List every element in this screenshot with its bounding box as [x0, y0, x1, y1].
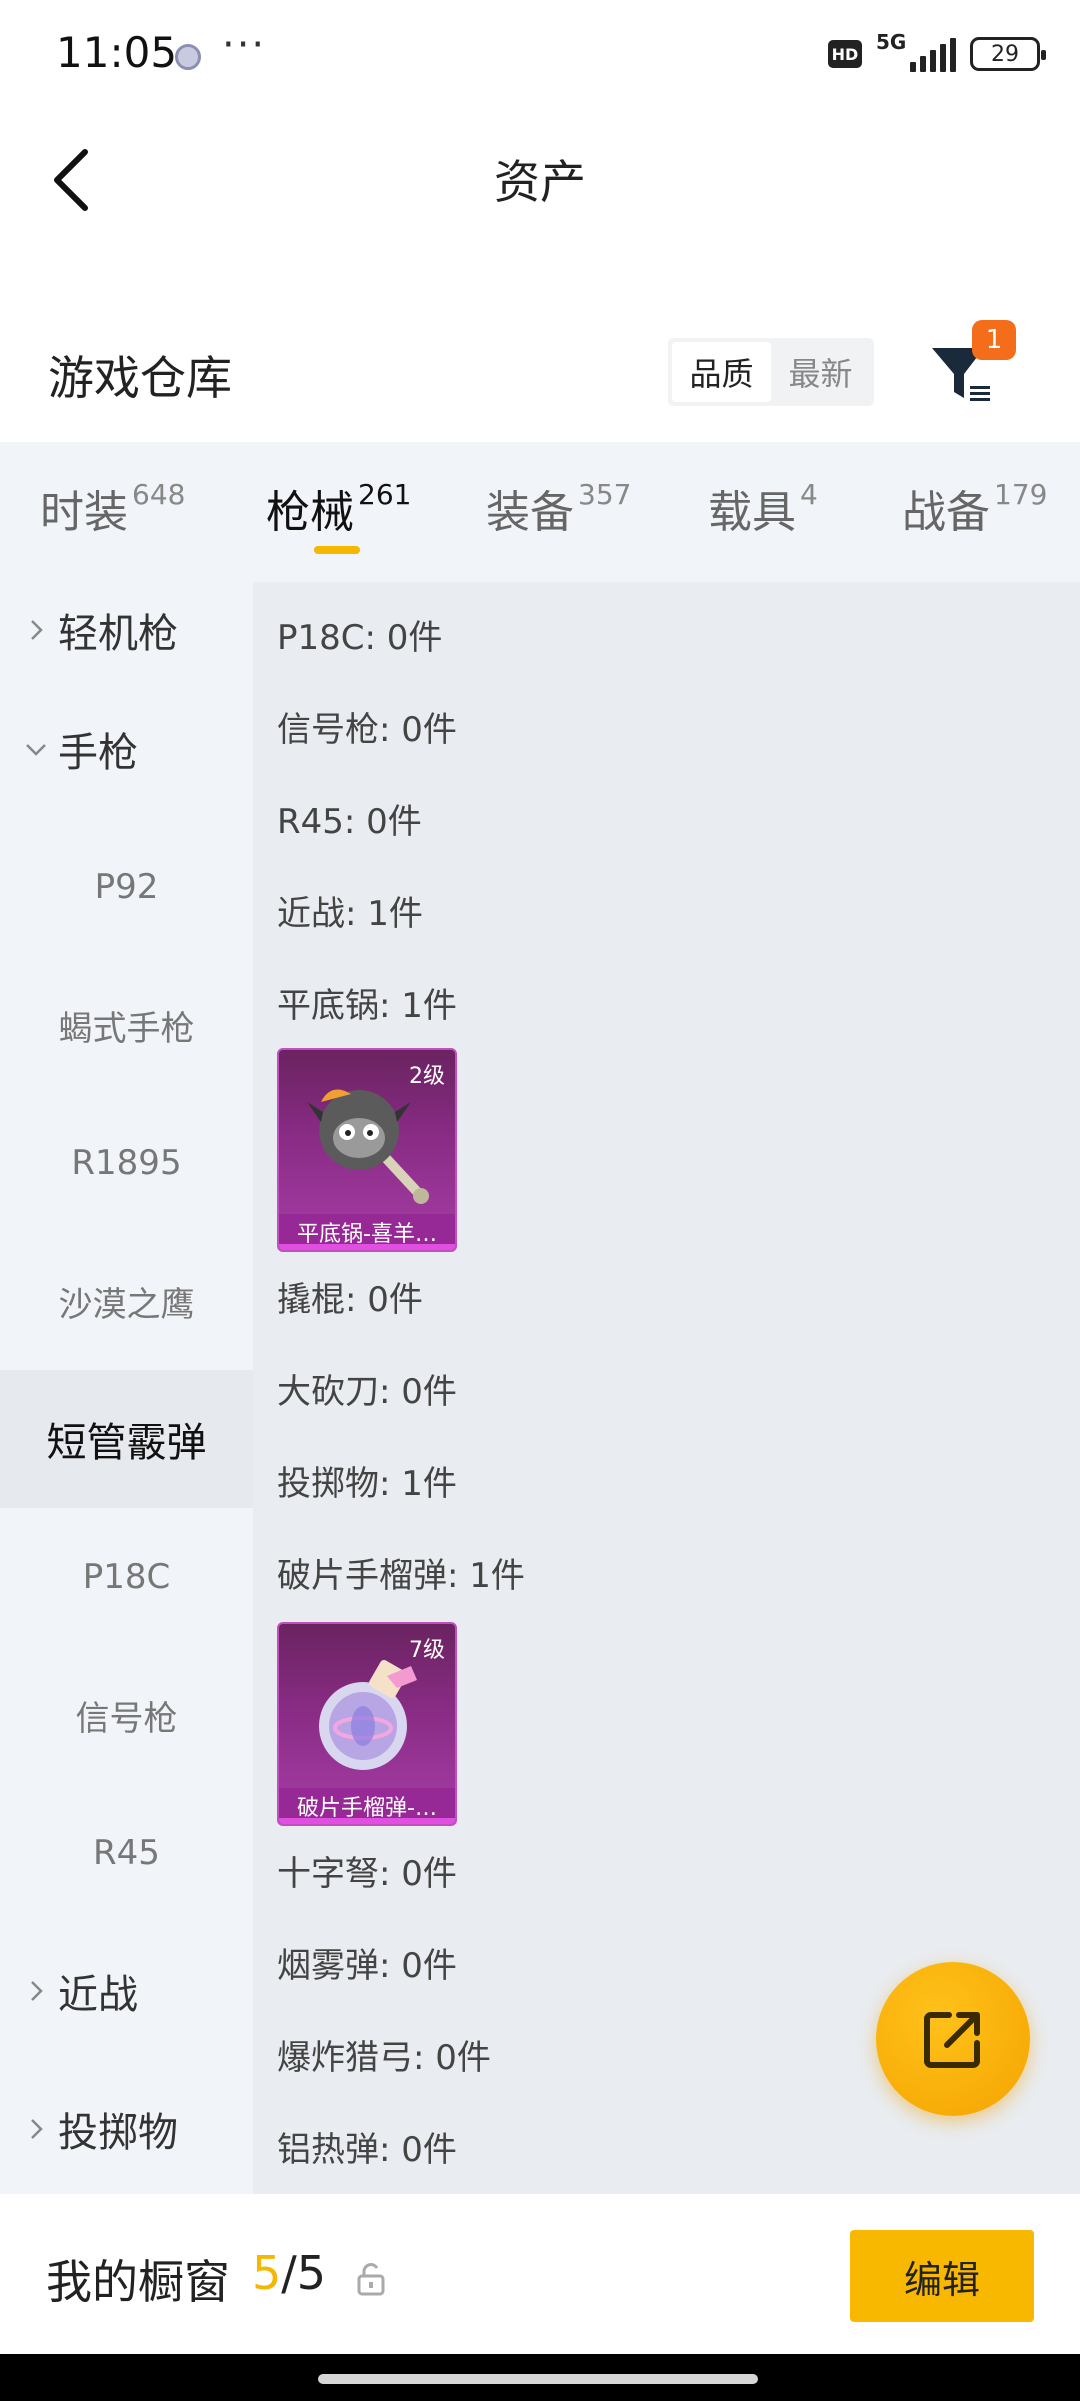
status-time: 11:05	[56, 28, 178, 77]
app-header: 资产	[0, 110, 1080, 250]
system-nav-bar	[0, 2354, 1080, 2401]
page-title: 资产	[494, 155, 586, 209]
sidebar-item-lmg[interactable]: 轻机枪	[0, 582, 253, 680]
chevron-right-icon	[31, 2119, 43, 2139]
category-count: R45: 0件	[277, 802, 422, 842]
home-gesture-handle[interactable]	[318, 2374, 758, 2384]
subcategory-sidebar: 轻机枪 手枪 P92 蝎式手枪 R1895 沙漠之鹰 短管霰弹 P18C 信号枪…	[0, 582, 253, 2194]
sidebar-item-p18c[interactable]: P18C	[0, 1508, 253, 1646]
hd-icon: HD	[828, 40, 862, 68]
sidebar-item-label: 投掷物	[58, 2110, 178, 2156]
category-count: 破片手榴弹: 1件	[277, 1556, 525, 1596]
sort-newest-button[interactable]: 最新	[771, 342, 870, 402]
sidebar-item-pistols[interactable]: 手枪	[0, 680, 253, 818]
active-tab-indicator	[314, 546, 360, 554]
item-card[interactable]: 7级 破片手榴弹-…	[277, 1622, 457, 1826]
tab-count: 357	[578, 478, 632, 511]
category-count: 信号枪: 0件	[277, 710, 457, 750]
edit-button[interactable]: 编辑	[850, 2230, 1034, 2322]
tab-weapons[interactable]: 枪械 261	[266, 476, 411, 540]
showcase-separator: /	[281, 2246, 297, 2300]
sidebar-item-flare-gun[interactable]: 信号枪	[0, 1646, 253, 1784]
rarity-stripe	[279, 1244, 455, 1250]
category-count: 平底锅: 1件	[277, 986, 457, 1026]
chevron-right-icon	[31, 1981, 43, 2001]
tab-supplies[interactable]: 战备 179	[902, 476, 1047, 540]
category-tabs: 时装 648 枪械 261 装备 357 载具 4 战备 179	[0, 442, 1080, 582]
status-more-icon: ···	[222, 22, 267, 68]
tab-count: 179	[994, 478, 1048, 511]
network-type: 5G	[876, 30, 907, 54]
lock-icon	[357, 2263, 385, 2296]
signal-icon: 5G	[876, 30, 956, 72]
sidebar-item-skorpion[interactable]: 蝎式手枪	[0, 956, 253, 1094]
tab-count: 4	[800, 478, 818, 511]
showcase-label: 我的橱窗	[46, 2255, 230, 2309]
sidebar-item-label: 近战	[58, 1972, 138, 2018]
sidebar-item-p92[interactable]: P92	[0, 818, 253, 956]
sidebar-item-label: 轻机枪	[58, 611, 178, 657]
item-level: 7级	[409, 1638, 445, 1663]
battery-level: 29	[991, 41, 1019, 67]
tab-label: 枪械	[266, 487, 354, 538]
chevron-right-icon	[31, 620, 43, 640]
warehouse-title: 游戏仓库	[48, 351, 232, 405]
tab-label: 装备	[486, 487, 574, 538]
filter-count-badge: 1	[972, 320, 1016, 360]
sidebar-item-sawed-off[interactable]: 短管霰弹	[0, 1370, 253, 1508]
sidebar-item-r45[interactable]: R45	[0, 1784, 253, 1922]
tab-label: 时装	[40, 487, 128, 538]
sidebar-item-r1895[interactable]: R1895	[0, 1094, 253, 1232]
sidebar-item-melee[interactable]: 近战	[0, 1922, 253, 2060]
category-count: 大砍刀: 0件	[277, 1372, 457, 1412]
grenade-icon	[319, 1659, 417, 1770]
share-button[interactable]	[876, 1962, 1030, 2116]
tab-label: 战备	[902, 487, 990, 538]
tab-count: 648	[132, 478, 186, 511]
tab-fashion[interactable]: 时装 648	[40, 476, 185, 540]
category-count: 投掷物: 1件	[277, 1464, 457, 1504]
category-count: 近战: 1件	[277, 894, 423, 934]
tab-equipment[interactable]: 装备 357	[486, 476, 631, 540]
chevron-down-icon	[26, 744, 46, 756]
status-indicators: HD 5G 29	[828, 30, 1046, 72]
tab-vehicles[interactable]: 载具 4	[708, 476, 818, 540]
rarity-stripe	[279, 1818, 455, 1824]
tab-count: 261	[358, 478, 412, 511]
item-level: 2级	[409, 1064, 445, 1089]
category-count: 撬棍: 0件	[277, 1280, 423, 1320]
sidebar-item-label: 手枪	[58, 730, 138, 776]
status-bar: 11:05 ··· HD 5G 29	[0, 0, 1080, 110]
battery-icon: 29	[970, 37, 1046, 71]
category-count: 十字弩: 0件	[277, 1854, 457, 1894]
category-count: P18C: 0件	[277, 618, 443, 658]
showcase-bar: 我的橱窗 5/5 编辑	[0, 2194, 1080, 2354]
app-notification-icon	[175, 44, 201, 70]
item-card[interactable]: 2级 平底锅-喜羊…	[277, 1048, 457, 1252]
category-count: 烟雾弹: 0件	[277, 1946, 457, 1986]
warehouse-header: 游戏仓库 品质 最新 1	[0, 300, 1080, 440]
pan-icon	[307, 1089, 429, 1204]
item-list: P18C: 0件 信号枪: 0件 R45: 0件 近战: 1件 平底锅: 1件 …	[253, 582, 1080, 2194]
category-count: 铝热弹: 0件	[277, 2130, 457, 2170]
showcase-current: 5	[252, 2246, 282, 2300]
sort-toggle: 品质 最新	[668, 338, 874, 406]
showcase-total: 5	[296, 2246, 327, 2300]
share-icon	[924, 2012, 980, 2068]
showcase-count: 5/5	[252, 2246, 326, 2300]
sidebar-item-throwables[interactable]: 投掷物	[0, 2060, 253, 2194]
category-count: 爆炸猎弓: 0件	[277, 2038, 491, 2078]
tab-label: 载具	[708, 487, 796, 538]
sort-quality-button[interactable]: 品质	[672, 342, 771, 402]
sidebar-item-deagle[interactable]: 沙漠之鹰	[0, 1232, 253, 1370]
